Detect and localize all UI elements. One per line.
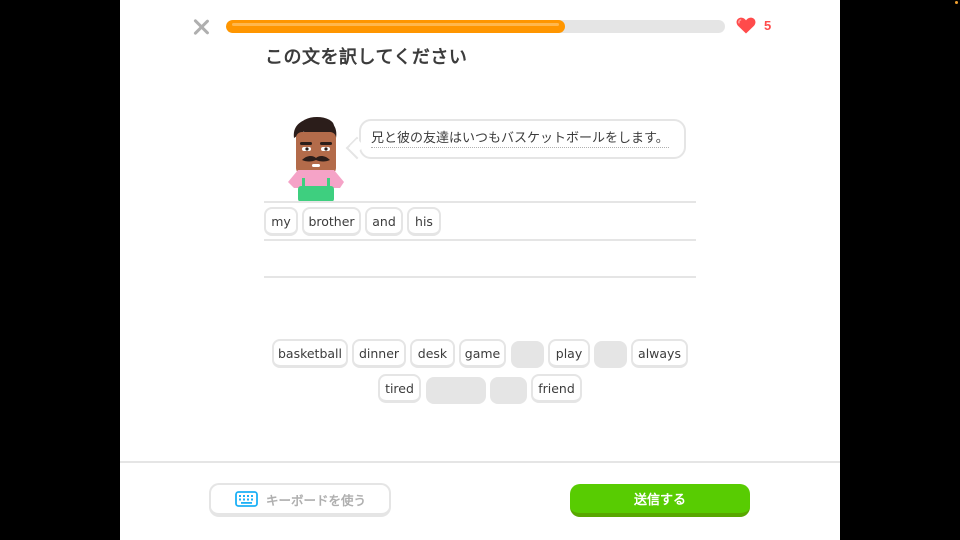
close-icon[interactable] [190, 16, 212, 38]
answer-chip[interactable]: my [264, 207, 298, 236]
word-bank-chip[interactable]: basketball [272, 339, 348, 368]
answer-line-3 [264, 276, 696, 278]
lesson-screen: 5 この文を訳してください 兄と彼の友達はいつもバスケットボールをします。 my [120, 0, 840, 540]
submit-button[interactable]: 送信する [570, 484, 750, 517]
character-avatar [288, 117, 344, 202]
answer-line-1 [264, 201, 696, 203]
word-bank-chip[interactable]: tired [378, 374, 421, 403]
use-keyboard-button[interactable]: キーボードを使う [209, 483, 391, 517]
status-dot [955, 1, 958, 4]
word-bank-chip[interactable]: play [548, 339, 590, 368]
word-bank-chip[interactable]: always [631, 339, 688, 368]
word-bank-slot-empty [594, 341, 627, 368]
heart-icon [736, 17, 756, 34]
word-bank-slot-empty [426, 377, 486, 404]
word-bank-slot-empty [511, 341, 544, 368]
use-keyboard-label: キーボードを使う [266, 492, 367, 508]
answer-chip[interactable]: brother [302, 207, 361, 236]
word-bank-chip[interactable]: dinner [352, 339, 406, 368]
progress-bar [226, 20, 725, 33]
keyboard-icon [235, 491, 258, 507]
word-bank-chip[interactable]: desk [410, 339, 455, 368]
word-bank-chip[interactable]: game [459, 339, 506, 368]
hearts-indicator: 5 [736, 17, 771, 34]
speech-bubble: 兄と彼の友達はいつもバスケットボールをします。 [359, 119, 686, 159]
hearts-count: 5 [764, 18, 772, 33]
word-bank-slot-empty [490, 377, 527, 404]
prompt-sentence[interactable]: 兄と彼の友達はいつもバスケットボールをします。 [371, 130, 669, 148]
page-title: この文を訳してください [265, 47, 468, 68]
answer-line-2 [264, 239, 696, 241]
answer-chip[interactable]: and [365, 207, 403, 236]
progress-fill [226, 20, 566, 33]
footer-divider [120, 461, 840, 463]
word-bank-chip[interactable]: friend [531, 374, 582, 403]
answer-chip[interactable]: his [407, 207, 441, 236]
